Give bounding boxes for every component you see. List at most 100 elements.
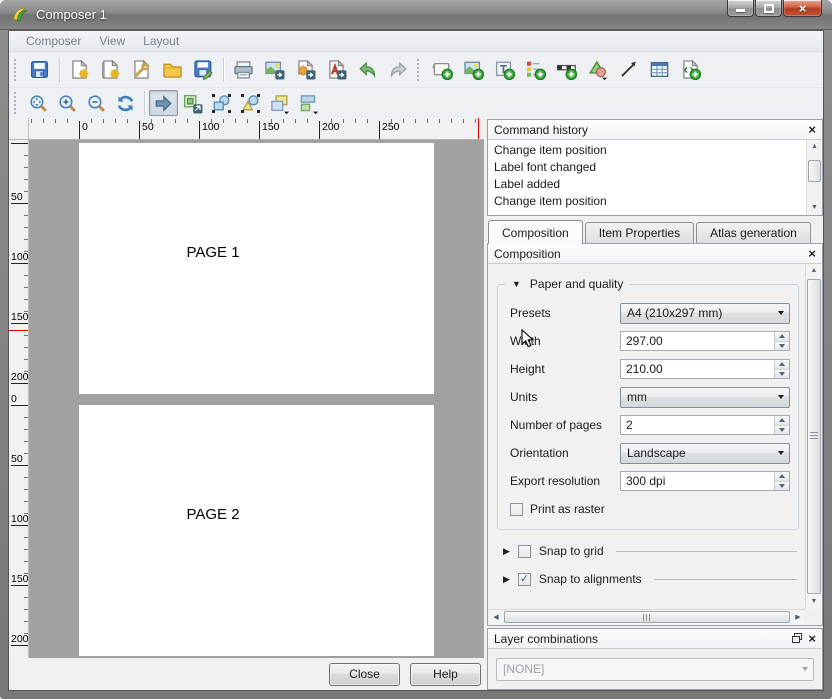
scroll-up-icon[interactable]: ▲ (806, 264, 822, 278)
new-composer-button[interactable] (64, 56, 95, 84)
list-item[interactable]: Label font changed (494, 159, 802, 176)
composer-manager-button[interactable] (126, 56, 157, 84)
snap-to-grid-checkbox[interactable] (518, 545, 531, 558)
width-spinbox[interactable]: 297.00 (620, 331, 790, 351)
paper-quality-header[interactable]: ▼ Paper and quality (505, 277, 630, 291)
page-label-item[interactable]: PAGE 1 (173, 244, 253, 261)
expand-triangle-icon[interactable]: ▶ (503, 546, 510, 557)
vertical-scrollbar[interactable]: ▲ ▼ (805, 264, 822, 609)
toolbar-separator (59, 58, 60, 82)
add-new-map-button[interactable] (427, 56, 458, 84)
save-as-template-button[interactable] (188, 56, 219, 84)
composition-canvas[interactable]: PAGE 1 PAGE 2 (29, 140, 484, 658)
ruler-tick (11, 323, 28, 324)
zoom-in-button[interactable] (53, 90, 82, 116)
group-items-button[interactable] (207, 90, 236, 116)
redo-button[interactable] (383, 56, 414, 84)
spin-buttons[interactable] (774, 416, 789, 434)
close-dialog-button[interactable]: Close (329, 663, 400, 686)
layer-combinations-panel: Layer combinations × [NONE] (487, 628, 823, 690)
spin-buttons[interactable] (774, 472, 789, 490)
export-as-image-button[interactable] (259, 56, 290, 84)
menu-composer[interactable]: Composer (17, 31, 90, 52)
page-label-item[interactable]: PAGE 2 (173, 506, 253, 523)
layer-combinations-combo[interactable]: [NONE] (496, 658, 814, 681)
export-as-pdf-button[interactable] (321, 56, 352, 84)
export-resolution-spinbox[interactable]: 300 dpi (620, 471, 790, 491)
add-attribute-table-button[interactable] (644, 56, 675, 84)
spin-buttons[interactable] (774, 332, 789, 350)
load-from-template-button[interactable] (157, 56, 188, 84)
expand-triangle-icon[interactable]: ▶ (503, 574, 510, 585)
add-html-frame-button[interactable] (675, 56, 706, 84)
toolbar-grip[interactable] (14, 59, 20, 81)
menu-layout[interactable]: Layout (134, 31, 188, 52)
select-move-item-button[interactable] (149, 90, 178, 116)
add-image-button[interactable] (458, 56, 489, 84)
snap-to-alignments-checkbox[interactable]: ✓ (518, 573, 531, 586)
presets-combo[interactable]: A4 (210x297 mm) (620, 303, 790, 324)
float-panel-icon[interactable] (792, 632, 802, 646)
refresh-view-button[interactable] (111, 90, 140, 116)
tab-composition[interactable]: Composition (488, 220, 583, 244)
num-pages-spinbox[interactable]: 2 (620, 415, 790, 435)
orientation-combo[interactable]: Landscape (620, 443, 790, 464)
align-selected-items-icon (298, 93, 319, 114)
ruler-minor-tick (235, 119, 236, 123)
list-item[interactable]: Label added (494, 176, 802, 193)
ruler-tick (11, 203, 28, 204)
add-scalebar-button[interactable] (551, 56, 582, 84)
units-combo[interactable]: mm (620, 387, 790, 408)
menu-view[interactable]: View (90, 31, 134, 52)
print-button[interactable] (228, 56, 259, 84)
list-item[interactable]: Change item position (494, 142, 802, 159)
scroll-down-icon[interactable]: ▼ (806, 595, 822, 609)
horizontal-scrollbar[interactable]: ◀ ▶ (489, 609, 805, 625)
add-shape-button[interactable] (582, 56, 613, 84)
raise-selected-items-button[interactable] (265, 90, 294, 116)
list-item[interactable]: Change item position (494, 193, 802, 210)
ruler-tick-label: 100 (11, 513, 29, 525)
close-panel-icon[interactable]: × (808, 123, 816, 136)
scroll-right-icon[interactable]: ▶ (791, 610, 805, 625)
minimize-button[interactable] (727, 0, 754, 17)
add-label-button[interactable] (489, 56, 520, 84)
tab-item-properties[interactable]: Item Properties (585, 222, 694, 243)
toolbar-grip[interactable] (417, 59, 423, 81)
toolbar-grip[interactable] (14, 92, 20, 114)
align-selected-items-button[interactable] (294, 90, 323, 116)
titlebar[interactable]: Composer 1 × (0, 0, 832, 30)
zoom-out-button[interactable] (82, 90, 111, 116)
height-spinbox[interactable]: 210.00 (620, 359, 790, 379)
ruler-cursor-marker (9, 330, 28, 331)
undo-button[interactable] (352, 56, 383, 84)
print-as-raster-checkbox[interactable] (510, 503, 523, 516)
composer-window: Composer 1 × ComposerViewLayout 05010015… (0, 0, 832, 699)
help-button[interactable]: Help (410, 663, 481, 686)
scroll-down-icon[interactable]: ▼ (807, 201, 822, 215)
spin-buttons[interactable] (774, 360, 789, 378)
add-arrow-button[interactable] (613, 56, 644, 84)
scroll-up-icon[interactable]: ▲ (807, 140, 822, 154)
export-as-svg-button[interactable] (290, 56, 321, 84)
scrollbar-thumb[interactable] (504, 611, 790, 623)
save-project-button[interactable] (24, 56, 55, 84)
zoom-full-button[interactable] (24, 90, 53, 116)
close-panel-icon[interactable]: × (808, 632, 816, 645)
duplicate-composer-button[interactable] (95, 56, 126, 84)
ruler-minor-tick (295, 119, 296, 123)
composition-body: ▼ Paper and quality Presets A4 (210x297 … (488, 264, 822, 625)
tab-atlas-generation[interactable]: Atlas generation (696, 222, 811, 243)
vertical-scrollbar[interactable]: ▲▼ (806, 140, 822, 215)
add-shape-icon (587, 59, 608, 80)
add-legend-button[interactable] (520, 56, 551, 84)
ungroup-items-button[interactable] (236, 90, 265, 116)
scrollbar-thumb[interactable] (808, 160, 821, 182)
maximize-button[interactable] (755, 0, 782, 17)
command-history-list[interactable]: Change item positionLabel font changedLa… (488, 140, 822, 215)
close-button[interactable]: × (783, 0, 822, 17)
scroll-left-icon[interactable]: ◀ (489, 610, 503, 625)
close-panel-icon[interactable]: × (808, 247, 816, 260)
scrollbar-thumb[interactable] (807, 279, 821, 594)
move-item-content-button[interactable] (178, 90, 207, 116)
